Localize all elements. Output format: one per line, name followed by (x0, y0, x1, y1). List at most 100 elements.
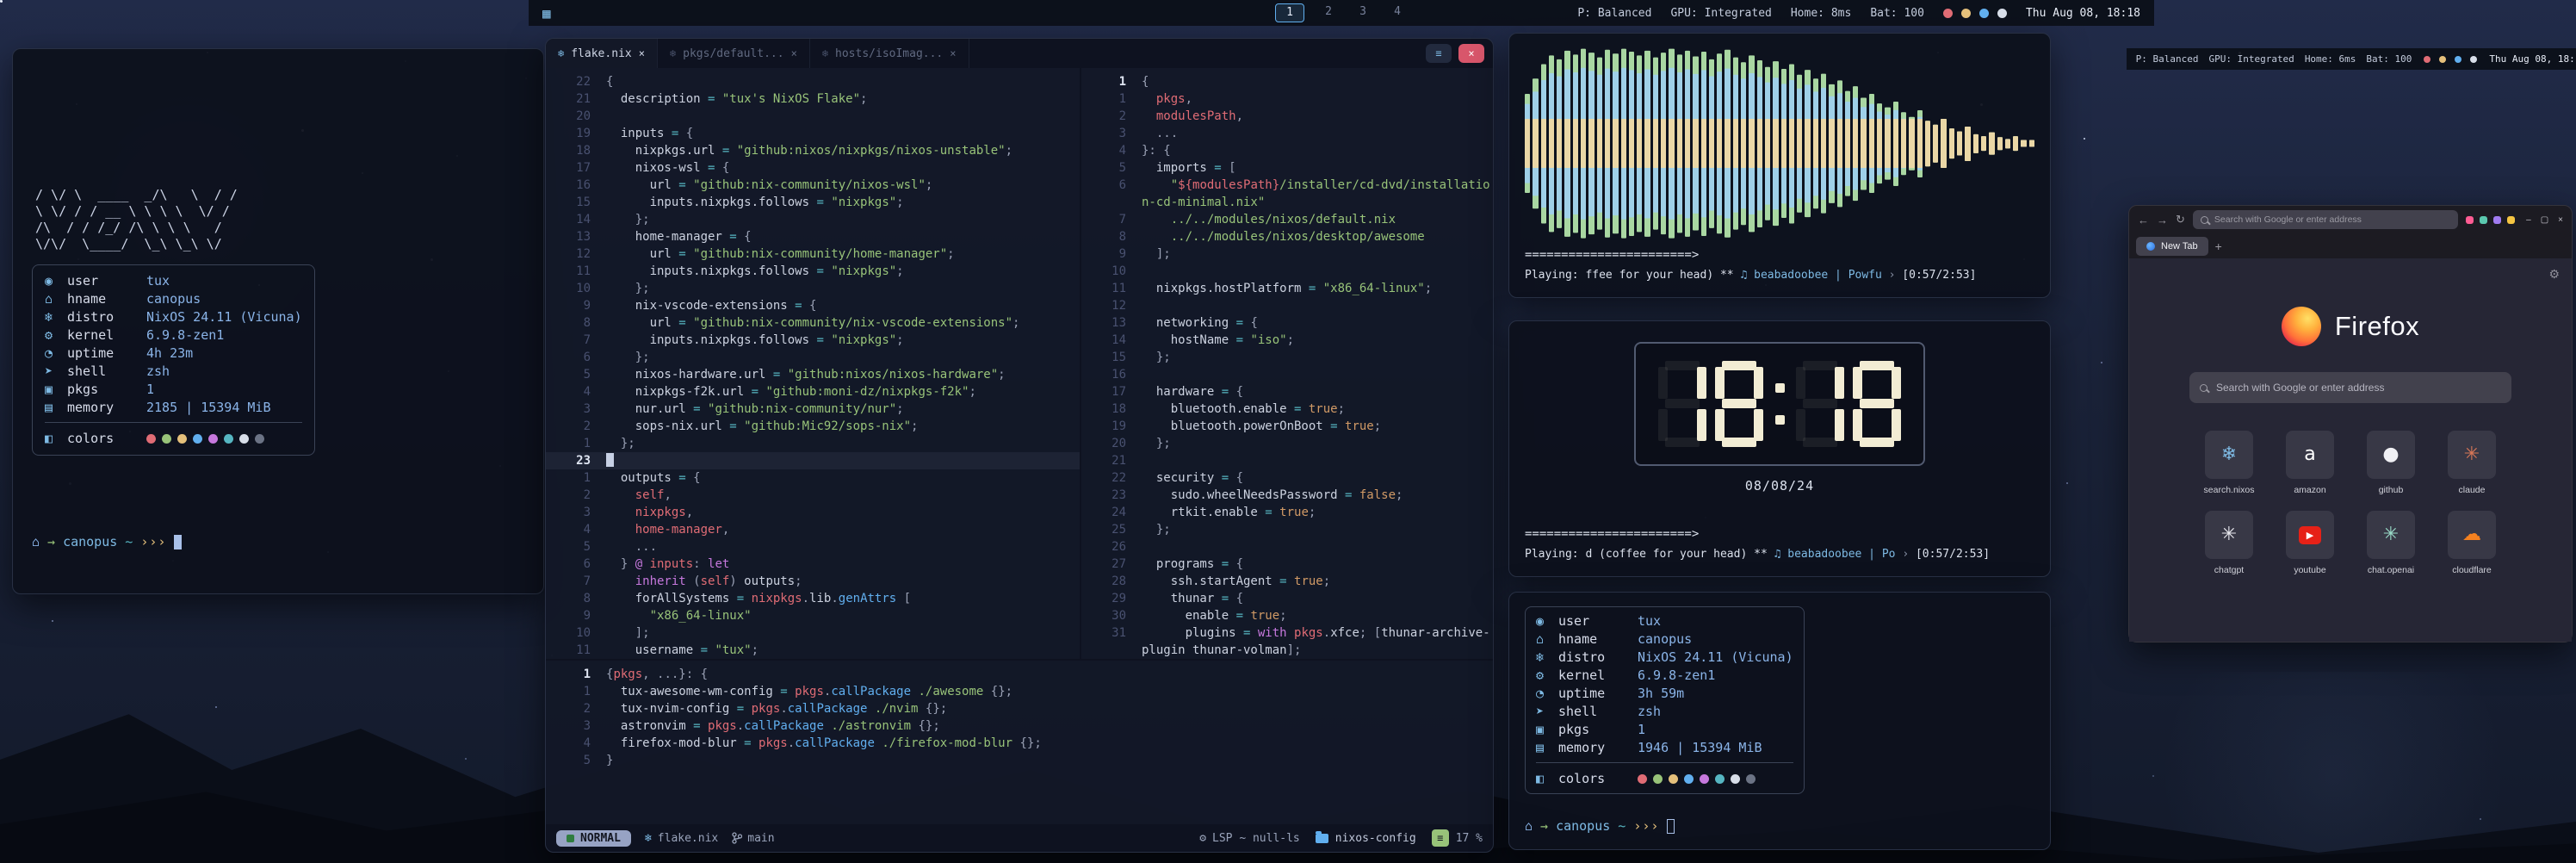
back-button[interactable]: ← (2138, 214, 2149, 227)
extension-icon[interactable] (2493, 216, 2501, 224)
editor-pane-iso-nix[interactable]: 1{1 pkgs,2 modulesPath,3 ...4}: {5 impor… (1081, 68, 1493, 659)
forward-button[interactable]: → (2157, 214, 2168, 227)
search-placeholder: Search with Google or enter address (2216, 382, 2384, 394)
line-number: 14 (1081, 332, 1142, 349)
editor-tab-pkgs-default-[interactable]: ❄pkgs/default...× (658, 39, 810, 68)
code-line: 17 hardware = { (1081, 383, 1493, 400)
code-line: 26 (1081, 538, 1493, 556)
tray-icon[interactable] (2470, 56, 2477, 63)
code-line: 10 (1081, 263, 1493, 280)
shortcut-chatgpt[interactable]: ✳chatgpt (2195, 511, 2263, 575)
visualizer-bar (1765, 47, 1770, 239)
newtab-search-bar[interactable]: Search with Google or enter address (2189, 372, 2511, 403)
claude-icon: ✳ (2448, 431, 2496, 479)
track-time: [0:57/2:53] (1902, 269, 1976, 282)
git-branch: main (732, 832, 774, 845)
code-line: 4}: { (1081, 142, 1493, 159)
shortcut-label: cloudflare (2452, 565, 2492, 575)
prompt-path: ~ (125, 534, 133, 550)
extension-icon[interactable] (2480, 216, 2487, 224)
shortcut-search.nixos[interactable]: ❄search.nixos (2195, 431, 2263, 495)
clock-digit (1658, 361, 1706, 447)
tray-icon[interactable] (1943, 9, 1953, 18)
reload-button[interactable]: ↻ (2176, 213, 2185, 227)
mode-label: NORMAL (580, 832, 621, 845)
new-tab-button[interactable]: + (2215, 239, 2222, 253)
shortcut-cloudflare[interactable]: ☁cloudflare (2438, 511, 2505, 575)
desktop: ▦ 1234 P: BalancedGPU: IntegratedHome: 8… (0, 0, 2576, 863)
color-dot (1715, 774, 1725, 784)
tab-close-button[interactable]: × (639, 47, 645, 59)
tray-icon[interactable] (2439, 56, 2446, 63)
terminal-window[interactable]: / \/ \ ____ _/\ \ / / \ \/ / / __ \ \ \ … (12, 48, 544, 594)
tray-icon[interactable] (1979, 9, 1989, 18)
buffer-list-button[interactable]: ≡ (1426, 44, 1452, 63)
close-button[interactable]: × (2558, 215, 2563, 225)
code-line: 29 thunar = { (1081, 590, 1493, 607)
shortcut-claude[interactable]: ✳claude (2438, 431, 2505, 495)
fetch-row-memory: ▤memory2185 | 15394 MiB (45, 399, 302, 417)
workspace-button-4[interactable]: 4 (1387, 3, 1408, 21)
code-line: 9 nix-vscode-extensions = { (546, 297, 1080, 314)
editor-pane-pkgs-default-nix[interactable]: 1{pkgs, ...}: {1 tux-awesome-wm-config =… (546, 661, 1493, 824)
workspace-button-3[interactable]: 3 (1353, 3, 1373, 21)
shell-prompt[interactable]: ⌂ → canopus ~ ››› (1525, 818, 2034, 834)
fetch-row-memory: ▤memory1946 | 15394 MiB (1536, 739, 1793, 757)
clock-digit (1853, 361, 1901, 447)
workspace-button-2[interactable]: 2 (1318, 3, 1339, 21)
fetch-key: shell (1558, 703, 1638, 721)
tray-icon[interactable] (1961, 9, 1971, 18)
visualizer-bar (1557, 47, 1562, 239)
line-number: 4 (546, 383, 606, 400)
tray-icon[interactable] (2455, 56, 2461, 63)
fetch-value: zsh (146, 363, 170, 381)
color-dot (208, 434, 218, 444)
bar-clock[interactable]: Thu Aug 08, 18:18 (2489, 53, 2576, 65)
maximize-button[interactable]: ▢ (2541, 215, 2548, 225)
firefox-logo (2282, 307, 2321, 346)
tab-close-button[interactable]: × (950, 47, 956, 59)
line-number: 30 (1081, 607, 1142, 624)
editor-tab-hosts-isoImag-[interactable]: ❄hosts/isoImag...× (810, 39, 969, 68)
code-line: 31 plugins = with pkgs.xfce; [thunar-arc… (1081, 624, 1493, 642)
tab-close-button[interactable]: × (791, 47, 797, 59)
clock-colon (1772, 361, 1787, 447)
address-bar[interactable]: Search with Google or enter address (2193, 210, 2458, 229)
bar-clock[interactable]: Thu Aug 08, 18:18 (2026, 7, 2140, 20)
fetch-row-distro: ❄distroNixOS 24.11 (Vicuna) (1536, 649, 1793, 667)
tray-icon[interactable] (2424, 56, 2430, 63)
code-line: 23 sudo.wheelNeedsPassword = false; (1081, 487, 1493, 504)
line-number: 21 (1081, 452, 1142, 469)
editor-pane-flake-nix[interactable]: 22{21 description = "tux's NixOS Flake";… (546, 68, 1080, 659)
personalize-gear-icon[interactable]: ⚙ (2548, 267, 2560, 282)
shortcut-github[interactable]: ●github (2357, 431, 2424, 495)
shortcut-grid: ❄search.nixosaamazon●github✳claude ✳chatg… (2195, 431, 2505, 575)
prompt-arrow-icon: → (47, 534, 55, 550)
line-number: 15 (546, 194, 606, 211)
shell-prompt[interactable]: ⌂ → canopus ~ ››› (32, 534, 524, 550)
tray-icon[interactable] (1997, 9, 2007, 18)
minimize-button[interactable]: – (2526, 215, 2531, 225)
shortcut-amazon[interactable]: aamazon (2276, 431, 2344, 495)
visualizer-bar (1917, 47, 1923, 239)
code-line: 23 (546, 452, 1080, 469)
tab-new-tab[interactable]: New Tab (2136, 237, 2208, 256)
extension-icon[interactable] (2466, 216, 2474, 224)
code-line: 24 rtkit.enable = true; (1081, 504, 1493, 521)
line-number: 9 (546, 297, 606, 314)
editor-cursor (606, 453, 614, 467)
visualizer-bar (1925, 47, 1930, 239)
line-number: 3 (546, 717, 606, 735)
app-launcher-icon[interactable]: ▦ (542, 5, 551, 22)
extension-icon[interactable] (2507, 216, 2515, 224)
hname-icon: ⌂ (45, 290, 67, 308)
system-tray (1943, 9, 2007, 18)
shortcut-youtube[interactable]: ▶youtube (2276, 511, 2344, 575)
editor-tab-flake-nix[interactable]: ❄flake.nix× (546, 39, 658, 68)
color-dot (146, 434, 156, 444)
clock-digit (1796, 361, 1844, 447)
workspace-button-1[interactable]: 1 (1275, 3, 1304, 22)
line-number: 13 (546, 228, 606, 245)
shortcut-chat.openai[interactable]: ✳chat.openai (2357, 511, 2424, 575)
buffer-close-button[interactable]: × (1458, 44, 1484, 63)
